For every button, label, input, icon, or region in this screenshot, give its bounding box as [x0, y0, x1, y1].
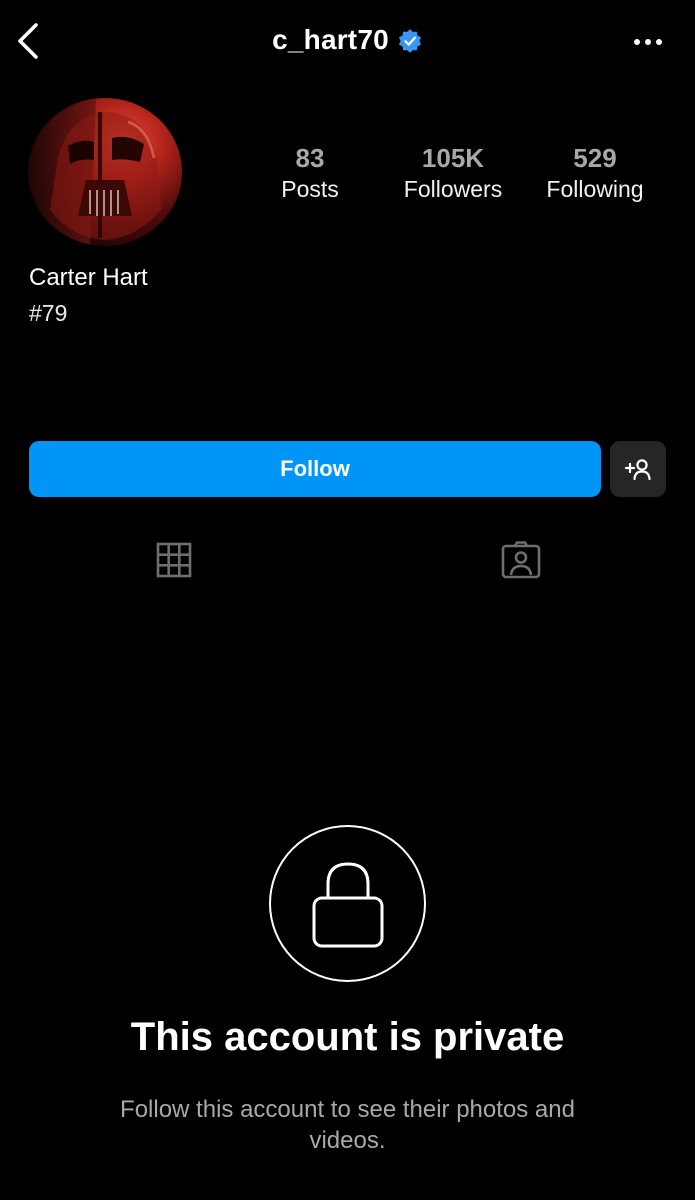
private-lock-badge	[269, 825, 426, 982]
posts-label: Posts	[281, 176, 339, 202]
lock-icon	[312, 861, 383, 947]
private-account-subtitle: Follow this account to see their photos …	[120, 1096, 575, 1154]
following-value: 529	[573, 143, 617, 173]
verified-badge-icon	[398, 29, 421, 53]
top-bar: c_hart70	[0, 0, 695, 84]
more-horizontal-icon	[634, 39, 662, 45]
posts-value: 83	[295, 143, 325, 173]
following-count[interactable]: 529 Following	[530, 142, 660, 204]
followers-count[interactable]: 105K Followers	[388, 142, 518, 204]
grid-icon	[156, 542, 192, 578]
posts-count: 83 Posts	[250, 142, 370, 204]
add-person-icon	[624, 459, 651, 481]
tab-posts-grid[interactable]	[154, 540, 194, 580]
darth-vader-helmet-avatar	[28, 98, 182, 246]
display-name: Carter Hart	[29, 264, 148, 291]
more-options-button[interactable]	[631, 28, 665, 56]
username: c_hart70	[272, 24, 389, 55]
profile-title: c_hart70	[0, 24, 695, 56]
followers-label: Followers	[403, 176, 503, 202]
follow-button[interactable]: Follow	[29, 441, 601, 497]
private-account-title: This account is private	[130, 1015, 565, 1059]
following-label: Following	[546, 176, 644, 202]
suggested-accounts-button[interactable]	[610, 441, 666, 497]
tagged-person-icon	[501, 541, 541, 579]
tab-tagged[interactable]	[501, 540, 541, 580]
bio-text: #79	[29, 300, 68, 326]
followers-value: 105K	[421, 143, 485, 173]
profile-avatar[interactable]	[28, 98, 182, 246]
